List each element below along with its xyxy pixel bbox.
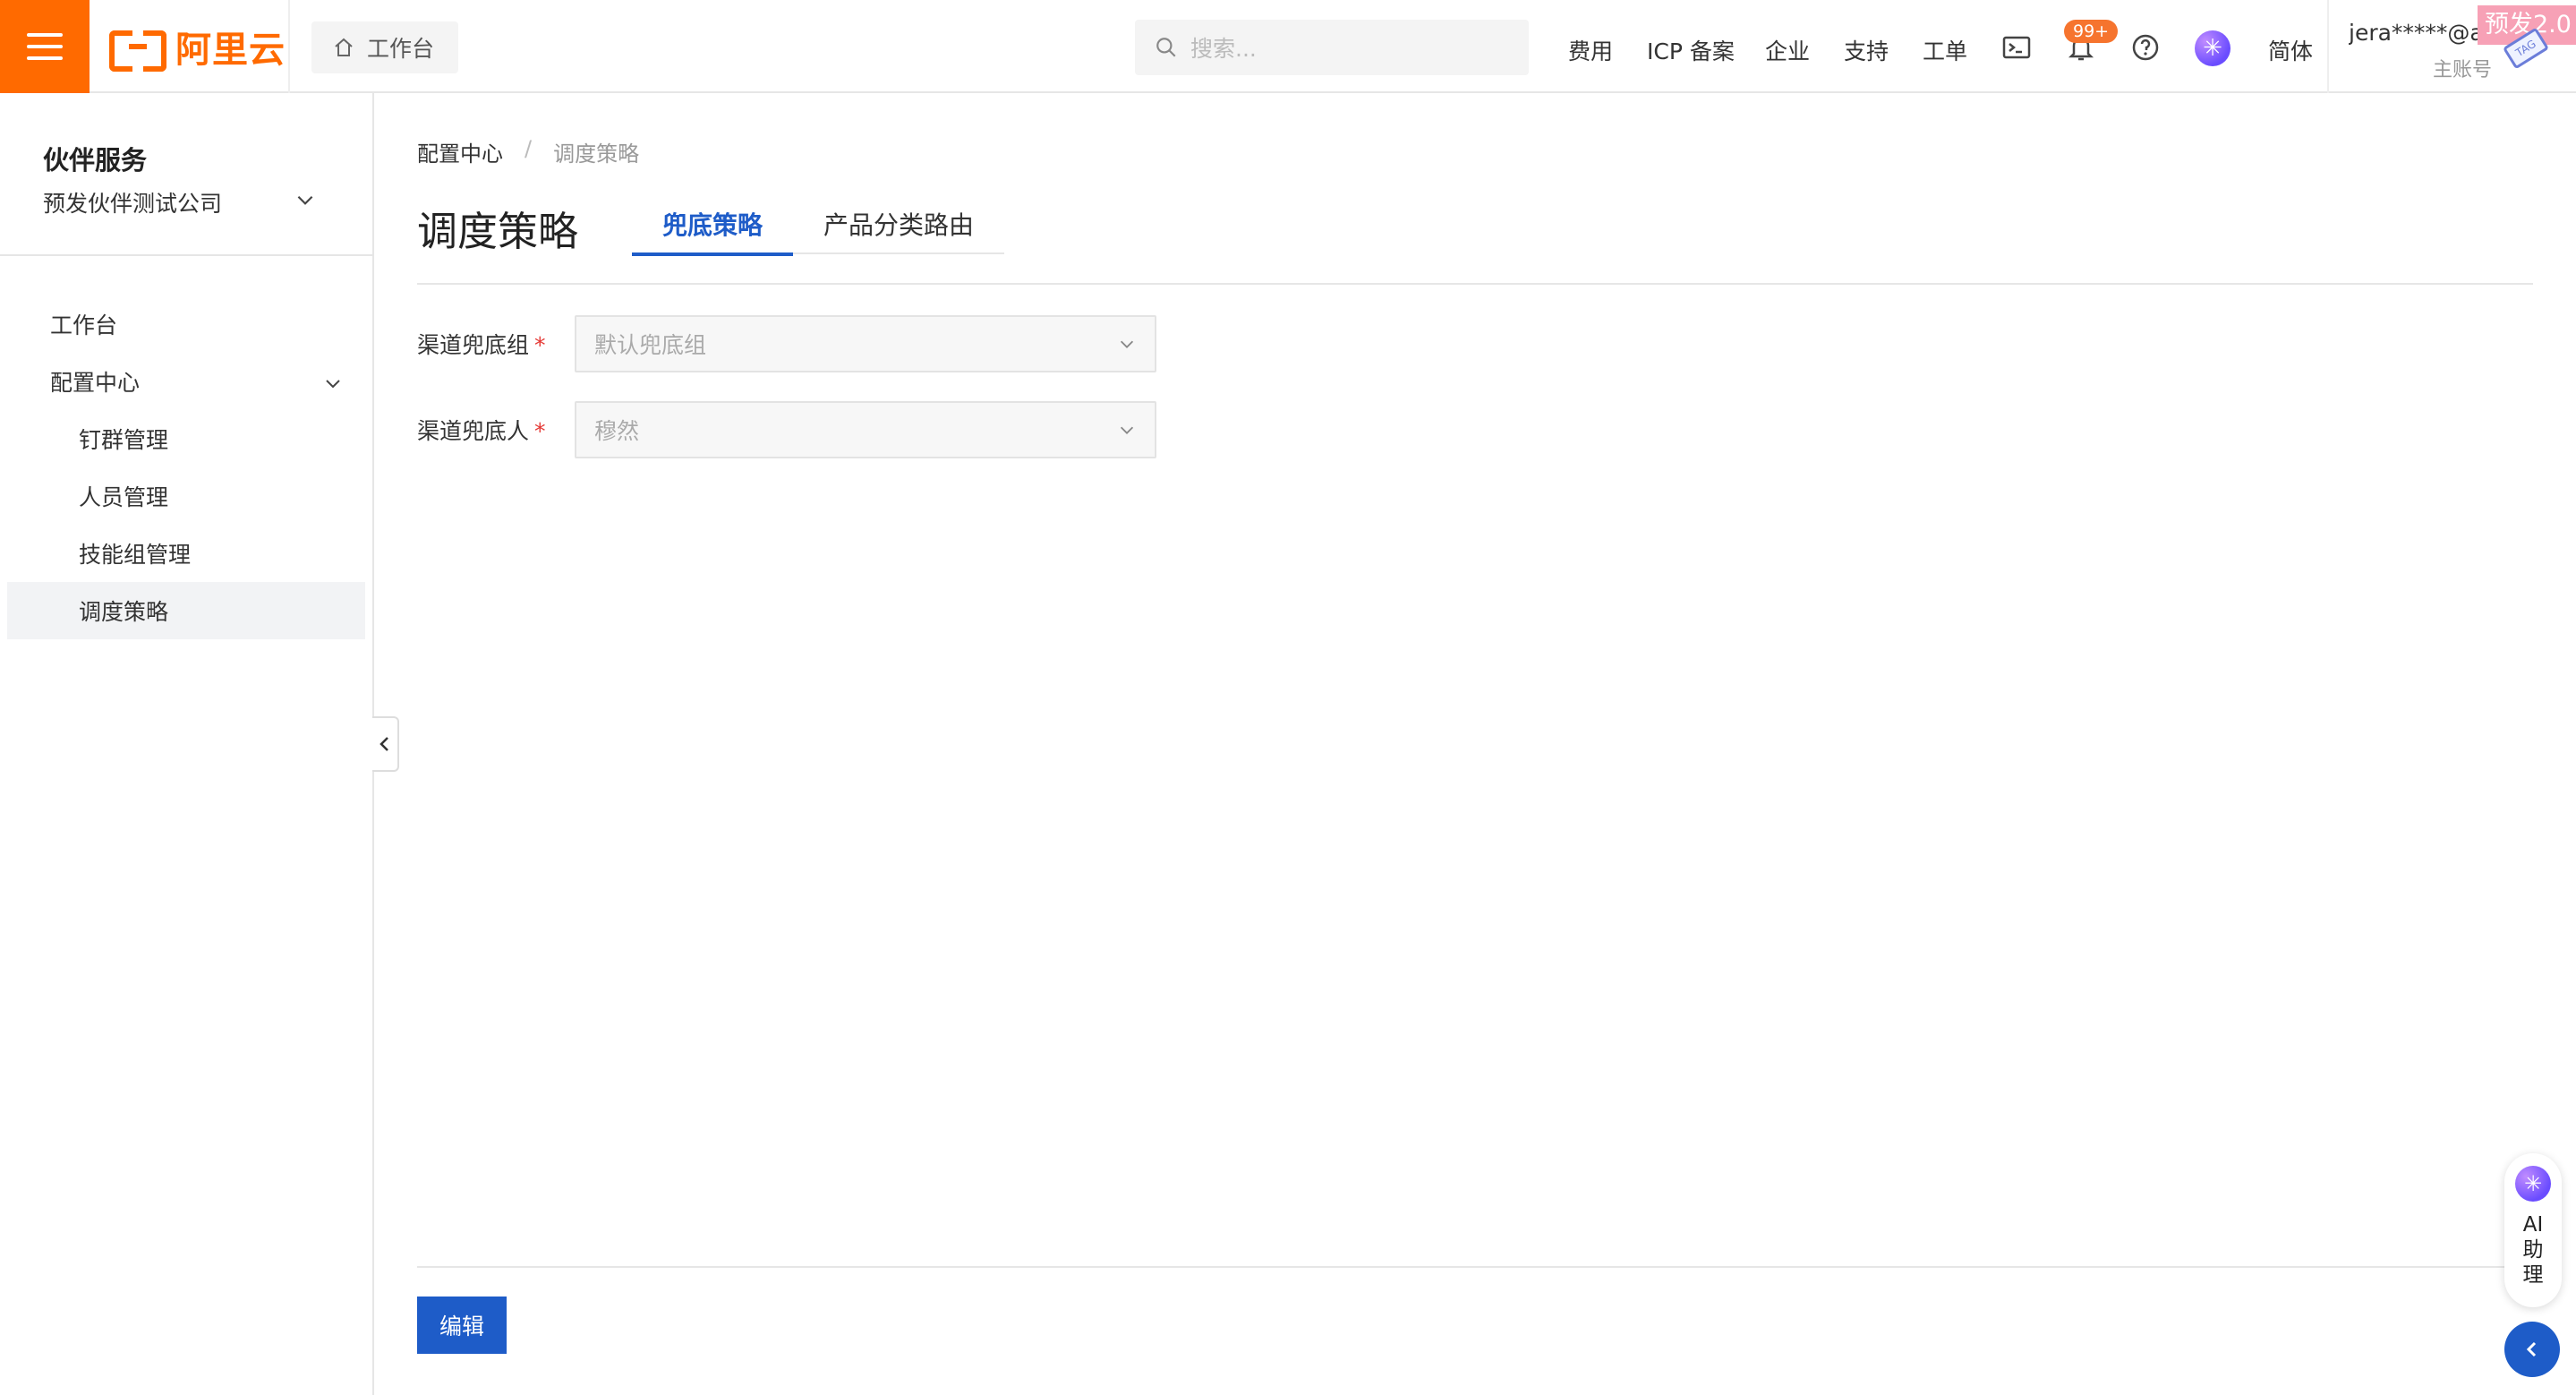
sidebar-item-label: 技能组管理 <box>79 542 192 568</box>
label-text: 渠道兜底人 <box>417 418 530 444</box>
search-input[interactable]: 搜索... <box>1135 20 1529 75</box>
sidebar-item-label: 钉群管理 <box>79 427 169 453</box>
select-value: 穆然 <box>594 418 640 444</box>
aliyun-logo[interactable]: 阿里云 <box>109 23 286 72</box>
sidebar-item-label: 配置中心 <box>50 370 141 396</box>
sidebar-item-config-center[interactable]: 配置中心 <box>7 353 365 410</box>
search-placeholder: 搜索... <box>1190 36 1257 62</box>
edit-button[interactable]: 编辑 <box>417 1297 507 1354</box>
ai-sparkle-icon[interactable]: ✳ <box>2195 30 2231 66</box>
divider <box>417 1266 2533 1268</box>
sidebar-item-label: 人员管理 <box>79 484 169 510</box>
nav-billing[interactable]: 费用 <box>1568 34 1613 66</box>
main-content: 配置中心 / 调度策略 调度策略 兜底策略 产品分类路由 渠道兜底组 * 默认兜底… <box>374 93 2576 1395</box>
ai-assistant-label: AI 助 理 <box>2522 1213 2544 1287</box>
required-mark: * <box>534 332 546 358</box>
chevron-down-icon <box>326 380 340 389</box>
tab-bar: 兜底策略 产品分类路由 <box>632 193 1005 256</box>
divider <box>2327 0 2329 93</box>
nav-icp[interactable]: ICP 备案 <box>1647 34 1735 66</box>
hamburger-menu-icon[interactable] <box>0 0 90 93</box>
logo-text: 阿里云 <box>175 30 286 71</box>
page-title: 调度策略 <box>417 208 579 255</box>
nav-enterprise[interactable]: 企业 <box>1765 34 1810 66</box>
breadcrumb: 配置中心 / 调度策略 <box>417 136 639 167</box>
divider <box>417 283 2533 285</box>
form-label: 渠道兜底组 * <box>417 328 575 360</box>
sidebar-item-workbench[interactable]: 工作台 <box>7 295 365 353</box>
nav-support[interactable]: 支持 <box>1844 34 1889 66</box>
sidebar-item-dingtalk-groups[interactable]: 钉群管理 <box>7 410 365 467</box>
sidebar-item-scheduling-policy[interactable]: 调度策略 <box>7 582 365 639</box>
divider <box>288 0 290 93</box>
form-row-fallback-person: 渠道兜底人 * 穆然 <box>417 401 1156 458</box>
sidebar-title: 伙伴服务 <box>43 145 148 175</box>
chevron-down-icon <box>1120 426 1134 434</box>
select-value: 默认兜底组 <box>594 332 707 358</box>
notification-badge: 99+ <box>2064 20 2119 43</box>
divider <box>0 254 372 256</box>
terminal-icon[interactable] <box>2001 32 2032 63</box>
workbench-home-button[interactable]: 工作台 <box>311 21 458 73</box>
ai-assistant-panel[interactable]: ✳ AI 助 理 <box>2504 1153 2562 1307</box>
breadcrumb-config-center[interactable]: 配置中心 <box>417 136 503 167</box>
tab-fallback-policy[interactable]: 兜底策略 <box>632 193 794 256</box>
top-navigation-bar: 阿里云 工作台 搜索... 费用 ICP 备案 企业 支持 工单 99+ ✳ 简… <box>0 0 2576 93</box>
language-switch[interactable]: 简体 <box>2268 34 2313 66</box>
user-account-role: 主账号 <box>2433 59 2493 81</box>
label-text: 渠道兜底组 <box>417 332 530 358</box>
chevron-left-icon <box>2526 1341 2537 1357</box>
ai-assistant-collapse-button[interactable] <box>2504 1322 2560 1377</box>
form-row-fallback-group: 渠道兜底组 * 默认兜底组 <box>417 315 1156 372</box>
chevron-down-icon <box>1120 340 1134 348</box>
ai-sparkle-icon: ✳ <box>2515 1166 2551 1202</box>
sidebar-item-staff[interactable]: 人员管理 <box>7 467 365 525</box>
breadcrumb-separator: / <box>525 136 533 161</box>
form-label: 渠道兜底人 * <box>417 414 575 446</box>
nav-ticket[interactable]: 工单 <box>1923 34 1967 66</box>
breadcrumb-current: 调度策略 <box>553 141 640 167</box>
fallback-group-select[interactable]: 默认兜底组 <box>575 315 1156 372</box>
home-icon <box>335 38 353 56</box>
aliyun-logo-mark <box>109 29 166 72</box>
tab-product-routing[interactable]: 产品分类路由 <box>793 193 1004 254</box>
fallback-person-select[interactable]: 穆然 <box>575 401 1156 458</box>
company-selector[interactable]: 预发伙伴测试公司 <box>43 186 222 218</box>
required-mark: * <box>534 418 546 444</box>
home-label: 工作台 <box>367 36 435 62</box>
chevron-down-icon[interactable] <box>294 188 317 211</box>
sidebar-item-label: 工作台 <box>50 312 118 338</box>
search-icon <box>1156 38 1176 57</box>
sidebar-item-label: 调度策略 <box>79 599 169 625</box>
help-icon[interactable] <box>2130 32 2161 63</box>
sidebar-item-skill-groups[interactable]: 技能组管理 <box>7 525 365 582</box>
sidebar: 伙伴服务 预发伙伴测试公司 工作台 配置中心 钉群管理 人员管理 技能组管理 调… <box>0 93 374 1395</box>
